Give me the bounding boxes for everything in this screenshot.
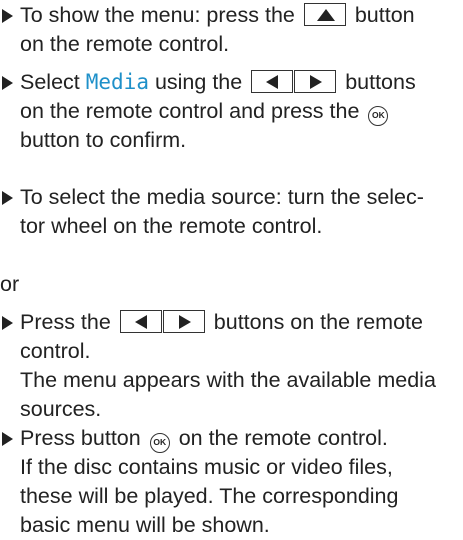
left-arrow-icon [119, 310, 162, 333]
bullet-arrow-icon [0, 308, 18, 337]
step-text: on the remote control and press the [20, 99, 360, 123]
step-text: sources. [20, 397, 102, 421]
step-text: The menu appears with the available medi… [20, 368, 436, 392]
step-text: Press button [20, 426, 141, 450]
ok-button-icon: OK [368, 106, 389, 126]
step-text: Press the [20, 310, 111, 334]
right-arrow-icon [294, 70, 337, 93]
step-text: Select [20, 70, 80, 94]
left-arrow-icon [251, 70, 294, 93]
ok-button-icon: OK [149, 433, 170, 453]
bullet-arrow-icon [0, 183, 18, 212]
step-text: To show the menu: press the [20, 3, 295, 27]
step-text: button to confirm. [20, 128, 187, 152]
step-text: tor wheel on the remote control. [20, 214, 323, 238]
media-menu-item: Media [85, 70, 149, 94]
step-text: control. [20, 339, 91, 363]
step-text: To select the media source: turn the sel… [20, 185, 424, 209]
step-text: buttons [345, 70, 416, 94]
step-text: these will be played. The corresponding [20, 484, 399, 508]
instruction-page: To show the menu: press the button on th… [0, 0, 463, 537]
right-arrow-icon [162, 310, 205, 333]
step-text: button [354, 3, 415, 27]
step-text: on the remote control. [20, 32, 230, 56]
step-text: on the remote control. [178, 426, 388, 450]
bullet-arrow-icon [0, 424, 18, 453]
bullet-arrow-icon [0, 1, 18, 30]
bullet-arrow-icon [0, 68, 18, 97]
step-text: basic menu will be shown. [20, 513, 270, 537]
or-separator: or [0, 272, 20, 296]
step-text: If the disc contains music or video file… [20, 455, 393, 479]
step-text: using the [154, 70, 243, 94]
step-text: buttons on the remote [213, 310, 423, 334]
up-arrow-icon [303, 3, 346, 26]
